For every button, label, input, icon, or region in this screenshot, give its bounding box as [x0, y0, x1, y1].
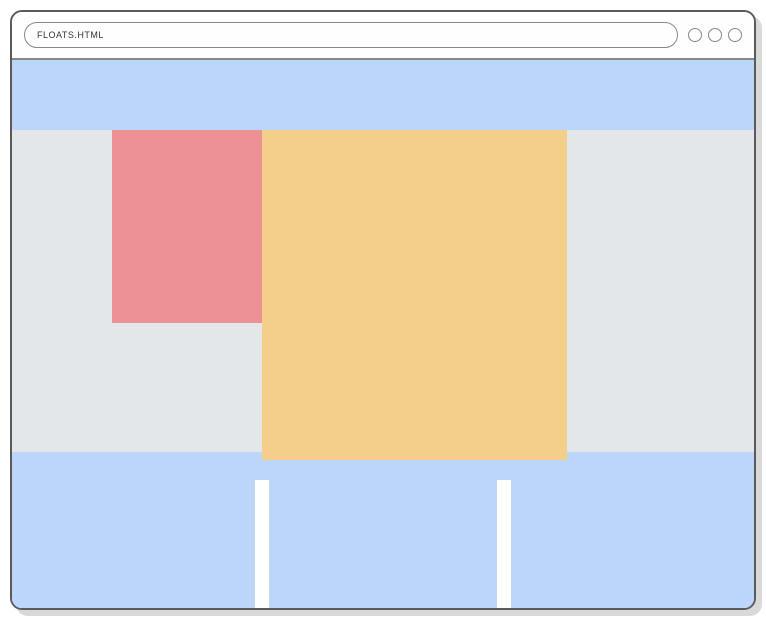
float-block-orange: [262, 130, 567, 460]
footer-column: [511, 480, 738, 608]
gap: [255, 480, 269, 608]
url-text: FLOATS.HTML: [37, 30, 104, 40]
page-viewport: [12, 60, 754, 608]
page-header: [12, 60, 754, 130]
url-bar[interactable]: FLOATS.HTML: [24, 22, 678, 48]
maximize-icon[interactable]: [708, 28, 722, 42]
browser-window: FLOATS.HTML: [10, 10, 756, 610]
gap: [497, 480, 511, 608]
footer-columns: [28, 480, 738, 608]
minimize-icon[interactable]: [688, 28, 702, 42]
footer-column: [28, 480, 255, 608]
window-controls: [688, 28, 742, 42]
close-icon[interactable]: [728, 28, 742, 42]
content-container: [112, 130, 654, 452]
footer-column: [269, 480, 496, 608]
browser-chrome: FLOATS.HTML: [12, 12, 754, 60]
page-main: [12, 130, 754, 452]
float-block-red: [112, 130, 262, 323]
